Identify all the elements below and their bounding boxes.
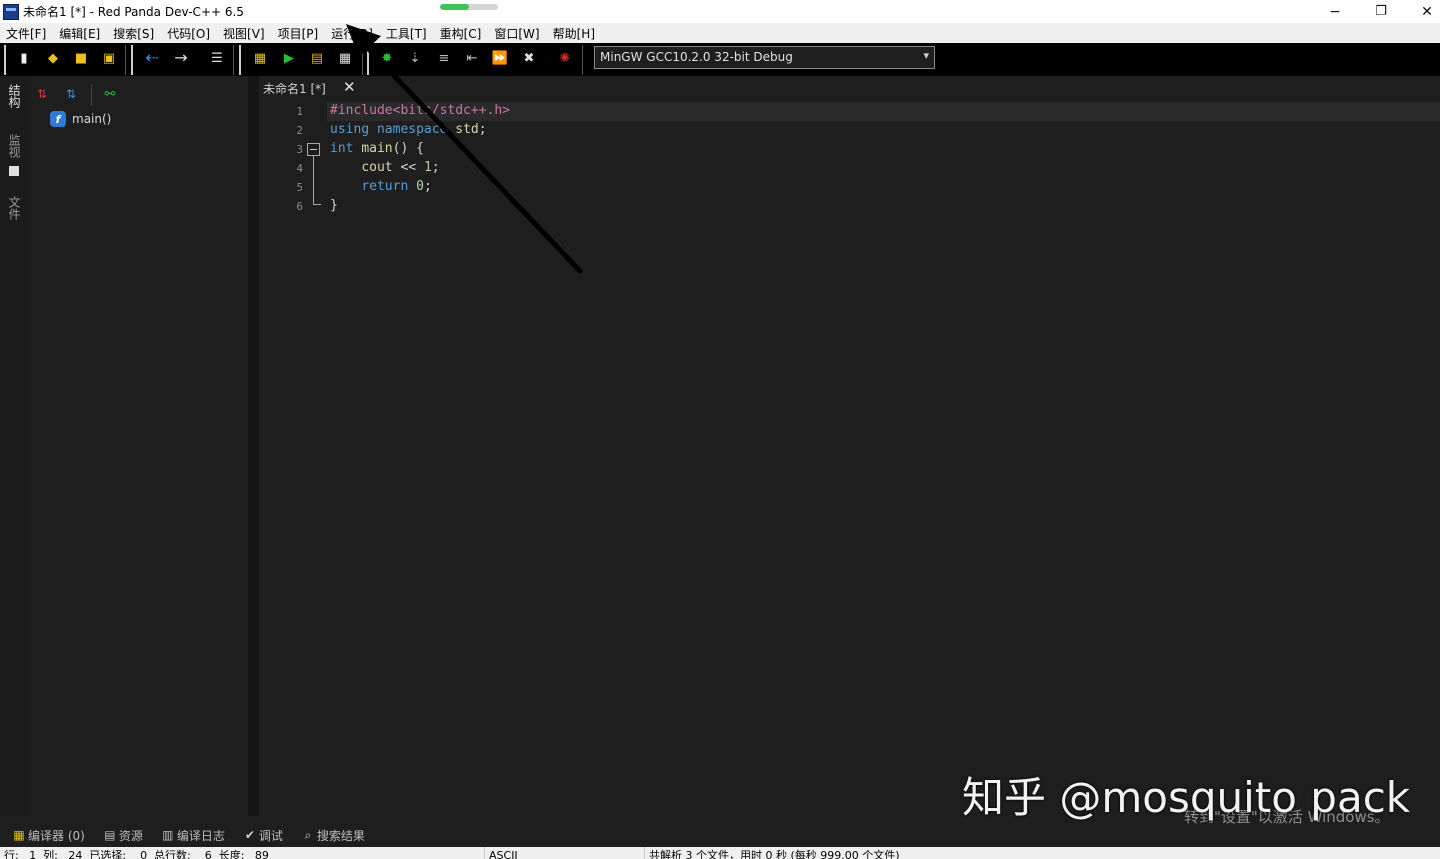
code-editor[interactable]: 1 2 3 4 5 6 #include<bits/stdc++.h> usin… bbox=[259, 100, 1440, 816]
save-all-icon[interactable]: ▣ bbox=[101, 50, 117, 66]
resource-icon: ▤ bbox=[104, 828, 116, 842]
editor-tab-bar: 未命名1 [*] ✕ bbox=[259, 76, 1440, 100]
tab-files[interactable]: 文件 bbox=[6, 196, 23, 220]
forward-arrow-icon[interactable]: → bbox=[173, 50, 189, 66]
status-parse-info: 共解析 3 个文件，用时 0 秒 (每秒 999.00 个文件) bbox=[644, 847, 900, 859]
status-cursor-position: 行: 1 列: 24 已选择: 0 总行数: 6 长度: 89 bbox=[4, 849, 269, 859]
menu-run[interactable]: 运行[R] bbox=[325, 25, 380, 42]
code-line: cout << 1; bbox=[361, 160, 440, 175]
line-number: 2 bbox=[296, 124, 303, 137]
debug-settings-icon[interactable]: ✺ bbox=[557, 50, 573, 66]
stop-debug-icon[interactable]: ✖ bbox=[521, 50, 537, 66]
restore-button[interactable]: ❐ bbox=[1358, 0, 1404, 23]
minimize-button[interactable]: − bbox=[1312, 0, 1358, 23]
code-line: int main() { bbox=[330, 141, 424, 156]
title-progress-fill bbox=[440, 4, 469, 10]
menu-edit[interactable]: 编辑[E] bbox=[53, 25, 107, 42]
compile-icon[interactable]: ▦ bbox=[252, 50, 268, 66]
line-number: 5 bbox=[296, 181, 303, 194]
tab-close-icon[interactable]: ✕ bbox=[343, 78, 356, 96]
compiler-select-value: MinGW GCC10.2.0 32-bit Debug bbox=[600, 50, 793, 64]
tab-compiler[interactable]: ▦ 编译器 (0) bbox=[12, 827, 85, 844]
step-over-icon[interactable]: ⇣ bbox=[407, 50, 423, 66]
line-number: 1 bbox=[296, 105, 303, 118]
line-number: 4 bbox=[296, 162, 303, 175]
tab-resources-label: 资源 bbox=[118, 828, 143, 843]
sort-by-type-icon[interactable]: ⇅ bbox=[34, 86, 50, 102]
continue-icon[interactable]: ⏩ bbox=[492, 50, 508, 66]
tab-watch[interactable]: 监视 bbox=[6, 134, 23, 158]
tab-resources[interactable]: ▤ 资源 bbox=[103, 827, 143, 844]
show-inherited-icon[interactable]: ⚯ bbox=[102, 86, 118, 102]
status-bar: 行: 1 列: 24 已选择: 0 总行数: 6 长度: 89 ASCII 共解… bbox=[0, 847, 1440, 859]
tab-compile-log-label: 编译日志 bbox=[176, 828, 225, 843]
fold-guide-end bbox=[313, 204, 321, 205]
sort-alpha-icon[interactable]: ⇅ bbox=[63, 86, 79, 102]
app-logo-icon bbox=[3, 3, 19, 20]
watermark: 知乎 @mosquito pack bbox=[962, 773, 1411, 822]
class-browser-panel: ⇅ ⇅ ⚯ f main() bbox=[28, 76, 248, 816]
save-icon[interactable]: ■ bbox=[73, 50, 89, 66]
menu-file[interactable]: 文件[F] bbox=[0, 25, 53, 42]
menu-help[interactable]: 帮助[H] bbox=[547, 25, 602, 42]
tab-search-results-label: 搜索结果 bbox=[316, 828, 365, 843]
menu-search[interactable]: 搜索[S] bbox=[107, 25, 161, 42]
chevron-down-icon: ▾ bbox=[923, 49, 929, 62]
menu-tools[interactable]: 工具[T] bbox=[380, 25, 434, 42]
tab-debug-label: 调试 bbox=[258, 828, 283, 843]
function-icon: f bbox=[50, 111, 66, 127]
class-browser-toolbar: ⇅ ⇅ ⚯ bbox=[28, 82, 248, 108]
run-icon[interactable]: ▶ bbox=[281, 50, 297, 66]
menu-window[interactable]: 窗口[W] bbox=[488, 25, 546, 42]
title-bar: 未命名1 [*] - Red Panda Dev-C++ 6.5 − ❐ ✕ bbox=[0, 0, 1440, 23]
fold-guide bbox=[313, 156, 314, 204]
toolbar-divider bbox=[91, 84, 92, 106]
tab-structure[interactable]: 结构 bbox=[6, 84, 23, 108]
format-code-icon[interactable]: ☰ bbox=[209, 50, 225, 66]
tree-item-main[interactable]: f main() bbox=[50, 111, 111, 127]
menu-project[interactable]: 项目[P] bbox=[272, 25, 326, 42]
open-file-icon[interactable]: ◆ bbox=[45, 50, 61, 66]
compiler-icon: ▦ bbox=[13, 828, 25, 842]
check-icon: ✔ bbox=[244, 828, 255, 842]
tab-search-results[interactable]: ⌕ 搜索结果 bbox=[301, 827, 365, 844]
menu-bar: 文件[F] 编辑[E] 搜索[S] 代码[O] 视图[V] 项目[P] 运行[R… bbox=[0, 23, 1440, 43]
new-file-icon[interactable]: ▮ bbox=[16, 50, 32, 66]
close-button[interactable]: ✕ bbox=[1404, 0, 1440, 23]
code-line: return 0; bbox=[361, 179, 432, 194]
tree-item-label: main() bbox=[72, 112, 112, 126]
left-tab-strip: 结构 监视 文件 bbox=[0, 76, 28, 816]
search-result-icon: ⌕ bbox=[304, 827, 312, 842]
compile-run-icon[interactable]: ▤ bbox=[309, 50, 325, 66]
window-title: 未命名1 [*] - Red Panda Dev-C++ 6.5 bbox=[23, 5, 244, 19]
menu-refactor[interactable]: 重构[C] bbox=[434, 25, 489, 42]
fold-toggle[interactable] bbox=[307, 143, 320, 156]
code-line: #include<bits/stdc++.h> bbox=[330, 103, 511, 118]
title-progress-bar bbox=[440, 4, 498, 10]
line-number: 6 bbox=[296, 200, 303, 213]
rebuild-icon[interactable]: ▦ bbox=[337, 50, 353, 66]
tab-debug[interactable]: ✔ 调试 bbox=[243, 827, 283, 844]
log-chart-icon: ▥ bbox=[162, 828, 174, 842]
compiler-select[interactable]: MinGW GCC10.2.0 32-bit Debug ▾ bbox=[594, 46, 935, 69]
code-line: using namespace std; bbox=[330, 122, 487, 137]
tab-compile-log[interactable]: ▥ 编译日志 bbox=[161, 827, 225, 844]
tab-compiler-label: 编译器 (0) bbox=[28, 828, 85, 843]
step-into-icon[interactable]: ≡ bbox=[436, 50, 452, 66]
code-line: } bbox=[330, 198, 338, 213]
menu-view[interactable]: 视图[V] bbox=[217, 25, 272, 42]
editor-tab-label: 未命名1 [*] bbox=[263, 81, 326, 96]
menu-code[interactable]: 代码[O] bbox=[161, 25, 217, 42]
step-out-icon[interactable]: ⇤ bbox=[464, 50, 480, 66]
status-encoding: ASCII bbox=[484, 847, 518, 859]
panel-splitter[interactable] bbox=[248, 76, 259, 816]
watch-marker-icon bbox=[9, 166, 19, 176]
editor-tab-untitled[interactable]: 未命名1 [*] ✕ bbox=[259, 76, 369, 100]
line-number: 3 bbox=[296, 143, 303, 156]
debug-bug-icon[interactable]: ✸ bbox=[379, 50, 395, 66]
back-arrow-icon[interactable]: ⇠ bbox=[144, 50, 160, 66]
